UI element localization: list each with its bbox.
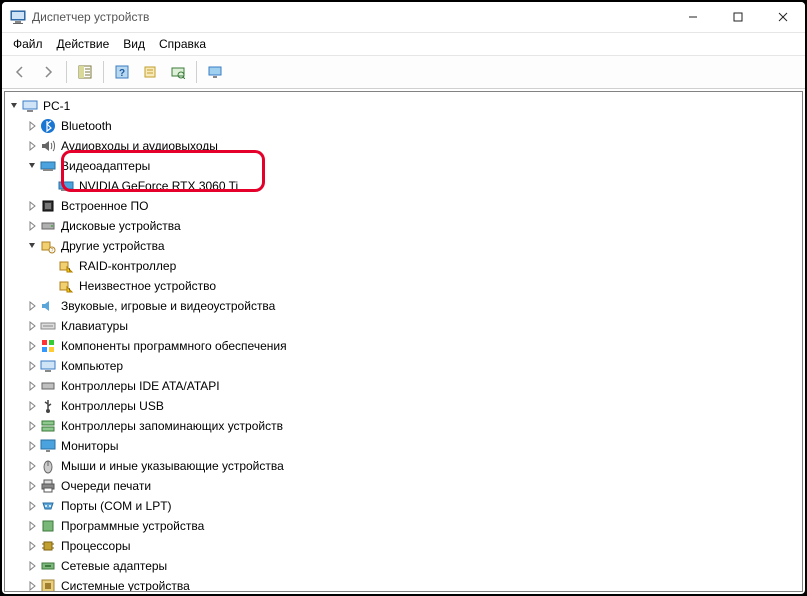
system-icon <box>40 578 56 592</box>
ide-icon <box>40 378 56 394</box>
svg-text:!: ! <box>69 268 70 274</box>
warning-device-icon: ! <box>58 278 74 294</box>
node-audio[interactable]: Аудиовходы и аудиовыходы <box>25 136 802 156</box>
svg-text:?: ? <box>51 248 54 254</box>
chevron-right-icon[interactable] <box>25 579 39 592</box>
node-software-components[interactable]: Компоненты программного обеспечения <box>25 336 802 356</box>
node-video-adapters[interactable]: Видеоадаптеры <box>25 156 802 176</box>
minimize-button[interactable] <box>670 2 715 32</box>
node-raid[interactable]: ! RAID-контроллер <box>43 256 802 276</box>
node-unknown[interactable]: ! Неизвестное устройство <box>43 276 802 296</box>
chevron-right-icon[interactable] <box>25 419 39 433</box>
chevron-down-icon[interactable] <box>25 159 39 173</box>
scan-button[interactable] <box>165 59 191 85</box>
svg-text:?: ? <box>119 68 125 79</box>
chevron-right-icon[interactable] <box>25 499 39 513</box>
node-print[interactable]: Очереди печати <box>25 476 802 496</box>
chevron-right-icon[interactable] <box>25 339 39 353</box>
firmware-icon <box>40 198 56 214</box>
node-sound[interactable]: Звуковые, игровые и видеоустройства <box>25 296 802 316</box>
keyboard-icon <box>40 318 56 334</box>
root-label: PC-1 <box>43 99 70 113</box>
display-adapter-icon <box>58 178 74 194</box>
device-manager-window: Диспетчер устройств Файл Действие Вид Сп… <box>0 0 807 596</box>
menu-help[interactable]: Справка <box>152 35 213 53</box>
chevron-right-icon[interactable] <box>25 519 39 533</box>
chevron-right-icon[interactable] <box>25 399 39 413</box>
node-cpu[interactable]: Процессоры <box>25 536 802 556</box>
node-system[interactable]: Системные устройства <box>25 576 802 592</box>
computer-icon <box>40 358 56 374</box>
svg-text:!: ! <box>69 288 70 294</box>
chevron-right-icon[interactable] <box>25 439 39 453</box>
display-adapter-icon <box>40 158 56 174</box>
chevron-right-icon[interactable] <box>25 319 39 333</box>
node-bluetooth[interactable]: Bluetooth <box>25 116 802 136</box>
node-mice[interactable]: Мыши и иные указывающие устройства <box>25 456 802 476</box>
node-ide[interactable]: Контроллеры IDE ATA/ATAPI <box>25 376 802 396</box>
maximize-button[interactable] <box>715 2 760 32</box>
mouse-icon <box>40 458 56 474</box>
storage-icon <box>40 418 56 434</box>
node-usb[interactable]: Контроллеры USB <box>25 396 802 416</box>
forward-button <box>35 59 61 85</box>
show-hidden-button[interactable] <box>72 59 98 85</box>
port-icon <box>40 498 56 514</box>
node-keyboards[interactable]: Клавиатуры <box>25 316 802 336</box>
node-storage[interactable]: Контроллеры запоминающих устройств <box>25 416 802 436</box>
chevron-right-icon[interactable] <box>25 219 39 233</box>
chevron-right-icon[interactable] <box>25 479 39 493</box>
node-monitors[interactable]: Мониторы <box>25 436 802 456</box>
audio-icon <box>40 138 56 154</box>
monitor-button[interactable] <box>202 59 228 85</box>
chevron-right-icon[interactable] <box>25 379 39 393</box>
chevron-right-icon[interactable] <box>25 299 39 313</box>
menu-file[interactable]: Файл <box>6 35 50 53</box>
node-embedded[interactable]: Встроенное ПО <box>25 196 802 216</box>
chevron-right-icon[interactable] <box>25 119 39 133</box>
monitor-icon <box>40 438 56 454</box>
chevron-right-icon[interactable] <box>25 459 39 473</box>
chevron-right-icon[interactable] <box>25 539 39 553</box>
node-disk[interactable]: Дисковые устройства <box>25 216 802 236</box>
chevron-right-icon[interactable] <box>25 359 39 373</box>
app-icon <box>10 9 26 25</box>
software-icon <box>40 338 56 354</box>
chevron-right-icon[interactable] <box>25 199 39 213</box>
help-button[interactable]: ? <box>109 59 135 85</box>
properties-button[interactable] <box>137 59 163 85</box>
bluetooth-icon <box>40 118 56 134</box>
node-gpu[interactable]: NVIDIA GeForce RTX 3060 Ti <box>43 176 802 196</box>
menu-bar: Файл Действие Вид Справка <box>2 33 805 56</box>
chevron-down-icon[interactable] <box>7 99 21 113</box>
usb-icon <box>40 398 56 414</box>
close-button[interactable] <box>760 2 805 32</box>
window-title: Диспетчер устройств <box>32 10 670 24</box>
menu-view[interactable]: Вид <box>116 35 152 53</box>
node-computer[interactable]: Компьютер <box>25 356 802 376</box>
other-devices-icon: ? <box>40 238 56 254</box>
back-button <box>7 59 33 85</box>
toolbar: ? <box>2 56 805 89</box>
node-ports[interactable]: Порты (COM и LPT) <box>25 496 802 516</box>
sound-icon <box>40 298 56 314</box>
disk-icon <box>40 218 56 234</box>
printer-icon <box>40 478 56 494</box>
computer-icon <box>22 98 38 114</box>
chevron-right-icon[interactable] <box>25 559 39 573</box>
warning-device-icon: ! <box>58 258 74 274</box>
menu-action[interactable]: Действие <box>50 35 117 53</box>
cpu-icon <box>40 538 56 554</box>
chevron-right-icon[interactable] <box>25 139 39 153</box>
software-device-icon <box>40 518 56 534</box>
title-bar: Диспетчер устройств <box>2 2 805 33</box>
node-other[interactable]: ? Другие устройства <box>25 236 802 256</box>
root-node[interactable]: PC-1 <box>7 96 802 116</box>
node-software-dev[interactable]: Программные устройства <box>25 516 802 536</box>
device-tree[interactable]: PC-1 Bluetooth Аудиовходы и аудиовыходы <box>4 91 803 592</box>
network-icon <box>40 558 56 574</box>
node-network[interactable]: Сетевые адаптеры <box>25 556 802 576</box>
chevron-down-icon[interactable] <box>25 239 39 253</box>
